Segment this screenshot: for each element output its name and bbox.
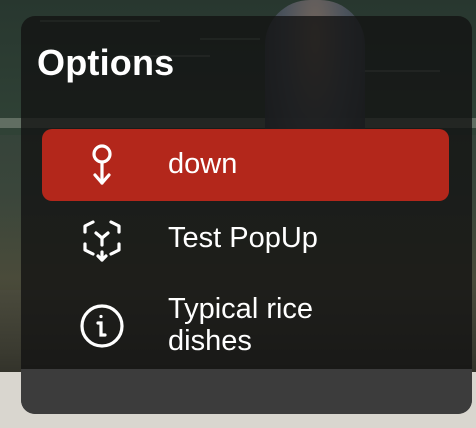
menu-item-down[interactable]: down [42, 129, 449, 201]
menu-item-test-popup[interactable]: Test PopUp [42, 212, 449, 266]
popup-footer [21, 369, 472, 414]
popup-title: Options [37, 42, 175, 83]
options-popup: Options down Test PopUp Typical rice dis… [21, 16, 472, 414]
location-pin-down-icon [78, 141, 126, 189]
menu-item-label: Typical rice dishes [168, 293, 314, 357]
menu-item-typical-rice-dishes[interactable]: Typical rice dishes [42, 284, 449, 368]
info-circle-icon [78, 302, 126, 350]
menu-item-label: Test PopUp [168, 222, 318, 255]
focus-frame-icon [78, 215, 126, 263]
menu-item-label: down [168, 148, 238, 181]
